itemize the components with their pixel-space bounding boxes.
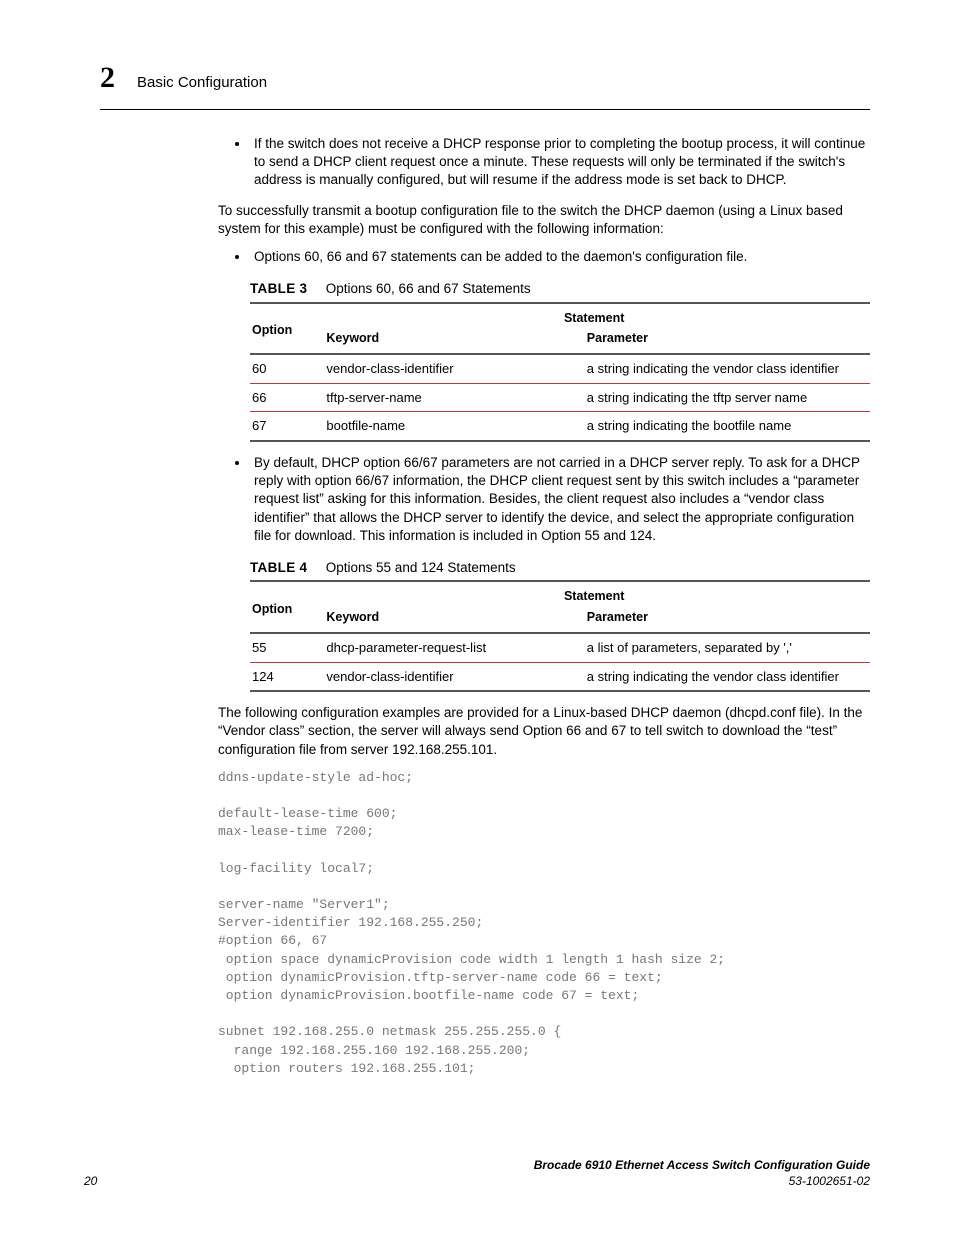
list-item: By default, DHCP option 66/67 parameters… xyxy=(250,454,870,545)
col-statement: Statement xyxy=(324,303,870,329)
doc-number: 53-1002651-02 xyxy=(789,1174,870,1188)
cell-parameter: a string indicating the bootfile name xyxy=(585,412,870,441)
col-option: Option xyxy=(250,581,324,633)
body-paragraph: To successfully transmit a bootup config… xyxy=(218,202,870,238)
table-label: TABLE 3 xyxy=(250,280,322,298)
chapter-number: 2 xyxy=(100,58,115,99)
cell-option: 66 xyxy=(250,383,324,412)
page-number: 20 xyxy=(84,1173,97,1189)
list-item: Options 60, 66 and 67 statements can be … xyxy=(250,248,870,266)
cell-keyword: vendor-class-identifier xyxy=(324,354,584,383)
book-title: Brocade 6910 Ethernet Access Switch Conf… xyxy=(534,1158,870,1172)
col-option: Option xyxy=(250,303,324,355)
table-label: TABLE 4 xyxy=(250,559,322,577)
cell-keyword: vendor-class-identifier xyxy=(324,662,584,691)
page: 2 Basic Configuration If the switch does… xyxy=(0,0,954,1235)
page-footer: 20 Brocade 6910 Ethernet Access Switch C… xyxy=(84,1157,870,1189)
cell-parameter: a string indicating the vendor class ide… xyxy=(585,662,870,691)
table-caption-4: TABLE 4 Options 55 and 124 Statements xyxy=(250,559,870,577)
col-parameter: Parameter xyxy=(585,607,870,633)
main-content: If the switch does not receive a DHCP re… xyxy=(218,135,870,1078)
bullet-list-1: If the switch does not receive a DHCP re… xyxy=(218,135,870,190)
bullet-list-3: By default, DHCP option 66/67 parameters… xyxy=(218,454,870,545)
footer-right: Brocade 6910 Ethernet Access Switch Conf… xyxy=(534,1157,870,1189)
col-statement: Statement xyxy=(324,581,870,607)
table-3: Option Statement Keyword Parameter 60 ve… xyxy=(250,302,870,442)
col-keyword: Keyword xyxy=(324,607,584,633)
code-block: ddns-update-style ad-hoc; default-lease-… xyxy=(218,769,870,1078)
cell-parameter: a string indicating the tftp server name xyxy=(585,383,870,412)
bullet-list-2: Options 60, 66 and 67 statements can be … xyxy=(218,248,870,266)
cell-keyword: tftp-server-name xyxy=(324,383,584,412)
table-row: 60 vendor-class-identifier a string indi… xyxy=(250,354,870,383)
col-parameter: Parameter xyxy=(585,328,870,354)
table-title: Options 55 and 124 Statements xyxy=(326,560,516,575)
cell-keyword: dhcp-parameter-request-list xyxy=(324,633,584,662)
col-keyword: Keyword xyxy=(324,328,584,354)
cell-option: 124 xyxy=(250,662,324,691)
cell-option: 55 xyxy=(250,633,324,662)
cell-option: 67 xyxy=(250,412,324,441)
table-caption-3: TABLE 3 Options 60, 66 and 67 Statements xyxy=(250,280,870,298)
chapter-title: Basic Configuration xyxy=(137,73,267,93)
running-header: 2 Basic Configuration xyxy=(100,58,870,110)
table-row: 66 tftp-server-name a string indicating … xyxy=(250,383,870,412)
table-row: 55 dhcp-parameter-request-list a list of… xyxy=(250,633,870,662)
list-item: If the switch does not receive a DHCP re… xyxy=(250,135,870,190)
table-row: 124 vendor-class-identifier a string ind… xyxy=(250,662,870,691)
cell-keyword: bootfile-name xyxy=(324,412,584,441)
cell-option: 60 xyxy=(250,354,324,383)
table-title: Options 60, 66 and 67 Statements xyxy=(326,281,531,296)
table-4: Option Statement Keyword Parameter 55 dh… xyxy=(250,580,870,692)
cell-parameter: a string indicating the vendor class ide… xyxy=(585,354,870,383)
body-paragraph: The following configuration examples are… xyxy=(218,704,870,759)
table-row: 67 bootfile-name a string indicating the… xyxy=(250,412,870,441)
cell-parameter: a list of parameters, separated by ',' xyxy=(585,633,870,662)
